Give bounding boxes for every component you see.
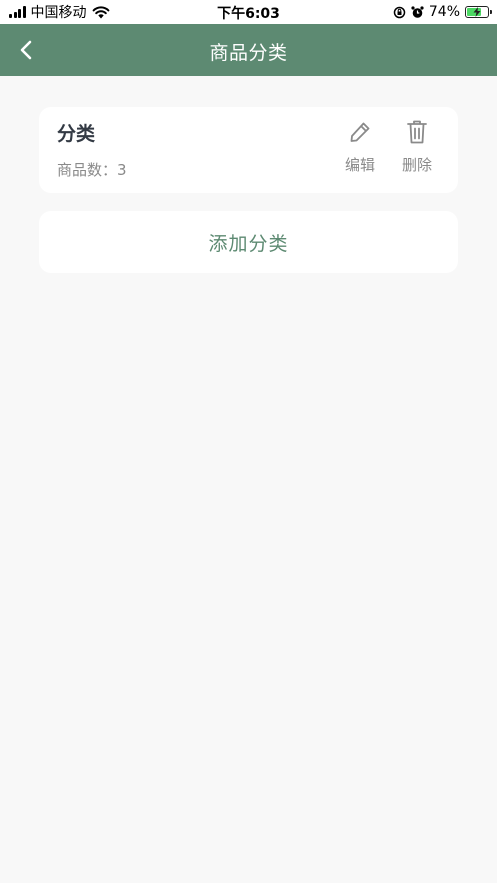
product-count: 商品数：3 xyxy=(57,161,127,179)
alarm-icon xyxy=(411,5,424,18)
battery-tip xyxy=(490,10,492,14)
edit-label: 编辑 xyxy=(344,156,375,174)
pencil-icon xyxy=(347,119,373,145)
category-name: 分类 xyxy=(57,123,96,145)
trash-icon xyxy=(404,119,430,145)
add-category-label: 添加分类 xyxy=(208,232,289,255)
delete-label: 删除 xyxy=(401,156,432,174)
status-bar: 中国移动 下午6:03 74% xyxy=(0,0,497,24)
nav-bar: 商品分类 xyxy=(0,24,497,76)
charging-bolt-icon xyxy=(473,7,481,17)
add-category-button[interactable]: 添加分类 xyxy=(39,211,458,273)
edit-button[interactable]: 编辑 xyxy=(338,119,382,175)
battery-icon xyxy=(465,6,492,18)
battery-percent: 74% xyxy=(428,4,460,20)
category-card: 分类 商品数：3 编辑 删除 xyxy=(39,107,458,193)
status-right: 74% xyxy=(393,3,492,21)
rotation-lock-icon xyxy=(393,6,406,18)
delete-button[interactable]: 删除 xyxy=(395,119,439,175)
page-title: 商品分类 xyxy=(209,42,288,64)
